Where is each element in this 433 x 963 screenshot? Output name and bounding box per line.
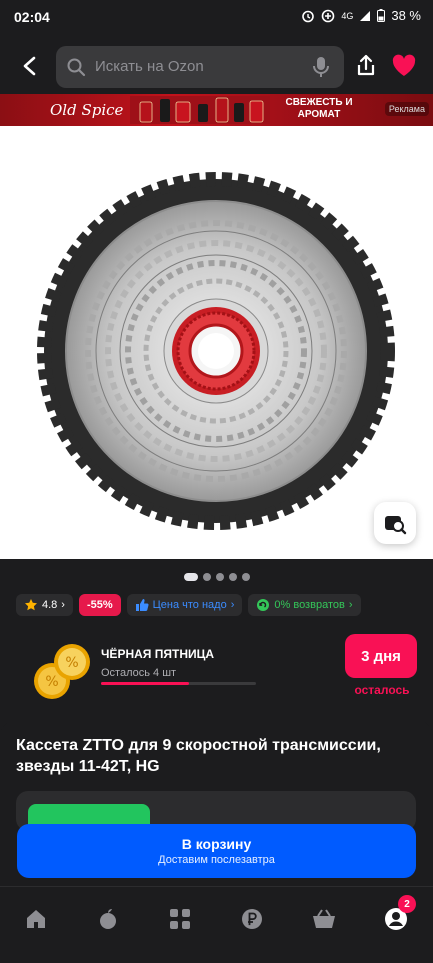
search-input[interactable]: Искать на Ozon <box>56 46 344 88</box>
coins-icon: % % <box>34 644 90 699</box>
microphone-icon[interactable] <box>312 56 330 83</box>
returns-label: 0% возвратов <box>274 599 345 611</box>
status-icons: 4G 38 % <box>301 8 421 23</box>
alarm-icon <box>301 9 315 23</box>
share-icon <box>357 54 375 76</box>
nav-catalog[interactable] <box>166 905 194 933</box>
ad-slogan: СВЕЖЕСТЬ И АРОМАТ <box>285 97 353 120</box>
gallery-dot[interactable] <box>228 573 237 581</box>
product-title: Кассета ZTTO для 9 скоростной трансмисси… <box>16 737 381 775</box>
delivery-info: Доставим послезавтра <box>158 854 275 866</box>
product-image-gallery[interactable] <box>0 126 433 559</box>
ad-banner[interactable]: Old Spice СВЕЖЕСТЬ И АРОМАТ Реклама <box>0 94 433 126</box>
promo-days-label: осталось <box>354 683 410 697</box>
ad-products-image <box>130 96 270 124</box>
nav-home[interactable] <box>22 905 50 933</box>
heart-icon <box>392 54 416 76</box>
catalog-icon <box>170 909 190 929</box>
thumbs-up-icon <box>135 599 149 611</box>
gallery-dot[interactable] <box>215 573 224 581</box>
chevron-right-icon: › <box>61 599 65 611</box>
promo-stock-bar-fill <box>101 682 190 685</box>
battery-icon <box>377 9 386 22</box>
chevron-right-icon: › <box>230 599 235 611</box>
price-hint-chip[interactable]: Цена что надо › <box>126 594 243 616</box>
signal-icon <box>359 10 371 22</box>
profile-badge: 2 <box>398 895 416 913</box>
promo-stock-bar <box>101 682 256 685</box>
back-button[interactable] <box>16 52 44 80</box>
share-button[interactable] <box>352 52 380 80</box>
search-icon <box>66 57 86 82</box>
return-icon <box>257 599 270 611</box>
nav-finance[interactable] <box>238 905 266 933</box>
discount-chip[interactable]: -55% <box>78 594 121 616</box>
star-icon <box>25 599 37 611</box>
promo-days-badge: 3 дня <box>345 634 417 678</box>
promo-stock: Осталось 4 шт <box>101 667 177 679</box>
data-saver-icon <box>321 9 335 23</box>
nav-cart[interactable] <box>310 905 338 933</box>
add-to-cart-button[interactable]: В корзину Доставим послезавтра <box>17 824 416 878</box>
ad-brand: Old Spice <box>50 101 124 119</box>
battery-level: 38 % <box>391 8 421 23</box>
nav-profile[interactable]: 2 <box>382 895 416 933</box>
basket-icon <box>313 909 335 928</box>
svg-text:%: % <box>45 674 58 690</box>
gallery-pagination <box>0 570 433 584</box>
search-placeholder: Искать на Ozon <box>95 58 204 75</box>
add-to-cart-label: В корзину <box>181 836 252 852</box>
product-badges: 4.8 › -55% Цена что надо › 0% возвратов … <box>16 594 361 618</box>
status-time: 02:04 <box>14 9 50 25</box>
favorite-button[interactable] <box>390 52 418 80</box>
bottom-navigation: 2 <box>0 886 433 963</box>
nav-fresh[interactable] <box>94 905 122 933</box>
chevron-left-icon <box>23 56 36 76</box>
gallery-dot[interactable] <box>202 573 211 581</box>
discount-value: -55% <box>86 599 113 611</box>
rating-chip[interactable]: 4.8 › <box>16 594 73 616</box>
home-icon <box>27 910 45 928</box>
image-search-icon <box>385 516 407 535</box>
rating-value: 4.8 <box>42 599 58 611</box>
network-type: 4G <box>341 10 354 21</box>
fresh-icon <box>100 909 116 929</box>
promo-title: ЧЁРНАЯ ПЯТНИЦА <box>101 647 215 661</box>
black-friday-promo[interactable]: % % ЧЁРНАЯ ПЯТНИЦА Осталось 4 шт 3 дня о… <box>0 625 433 711</box>
price-hint-label: Цена что надо <box>152 599 227 611</box>
gallery-dot[interactable] <box>241 573 250 581</box>
status-bar: 02:04 4G 38 % <box>0 0 433 36</box>
gallery-dot[interactable] <box>183 573 198 581</box>
chevron-right-icon: › <box>348 599 353 611</box>
ruble-icon <box>242 909 262 929</box>
ad-label: Реклама <box>384 102 429 116</box>
cassette-image <box>37 172 395 530</box>
returns-chip[interactable]: 0% возвратов › <box>248 594 361 616</box>
top-bar: Искать на Ozon <box>0 36 433 94</box>
svg-text:%: % <box>65 655 78 671</box>
image-search-button[interactable] <box>374 502 416 544</box>
